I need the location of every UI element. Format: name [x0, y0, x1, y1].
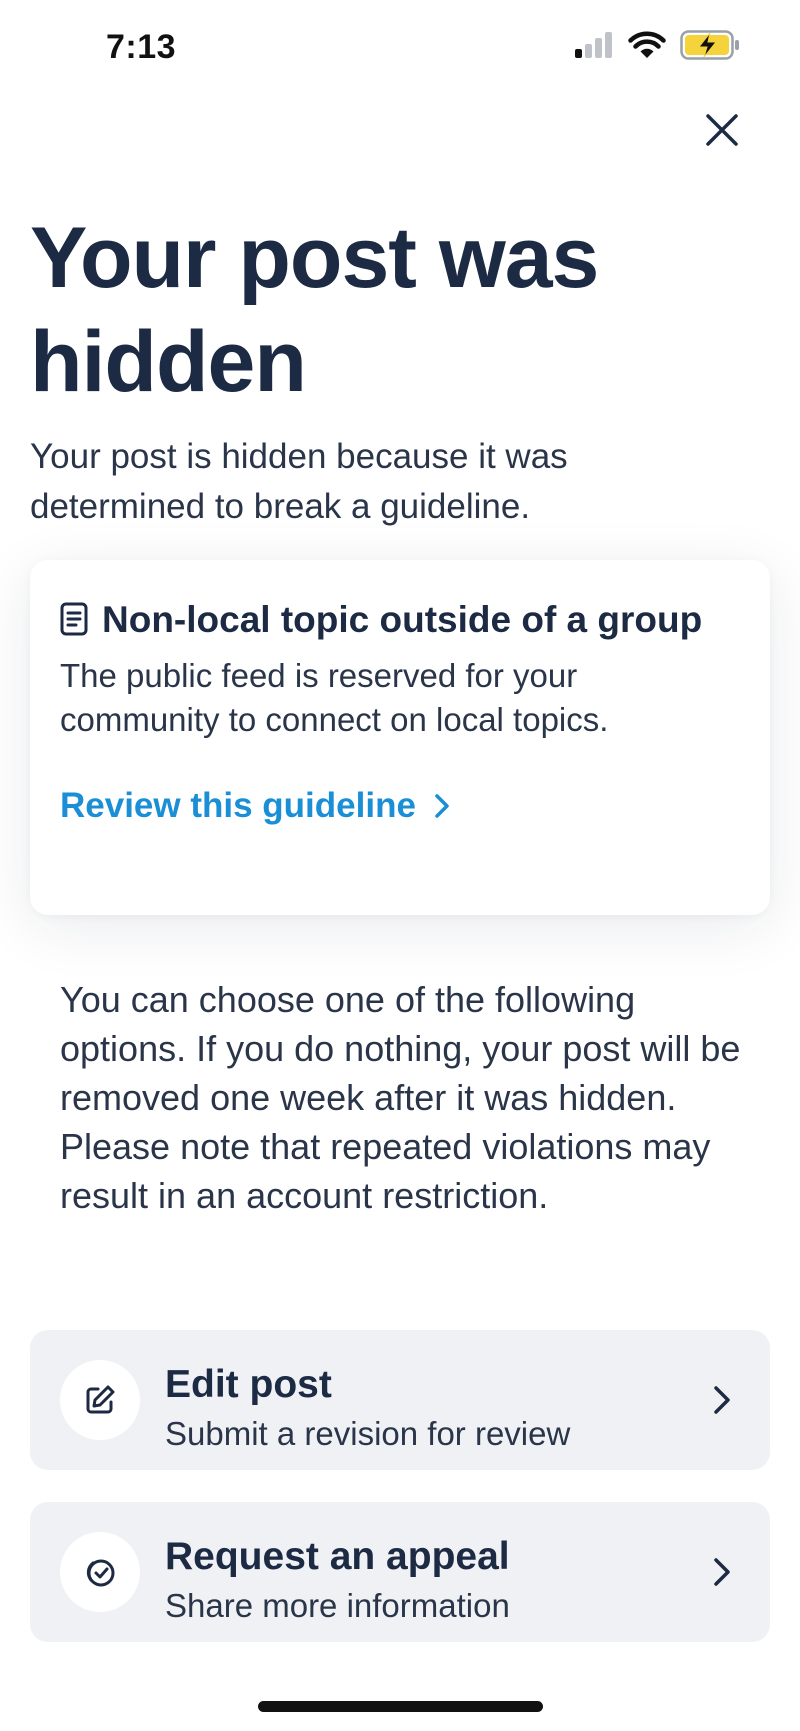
review-guideline-link[interactable]: Review this guideline — [60, 786, 450, 826]
close-button[interactable] — [696, 104, 748, 156]
edit-post-subtitle: Submit a revision for review — [165, 1415, 571, 1452]
page-title: Your post was hidden — [30, 210, 599, 410]
chevron-right-icon — [714, 1386, 730, 1414]
request-appeal-chevron — [696, 1546, 748, 1598]
document-icon — [60, 602, 88, 636]
request-appeal-title: Request an appeal — [165, 1535, 510, 1578]
guideline-heading: Non-local topic outside of a group — [60, 596, 740, 644]
appeal-icon-circle — [60, 1532, 140, 1612]
battery-charging-icon — [680, 30, 739, 60]
cellular-signal-icon — [575, 32, 612, 58]
check-badge-icon — [86, 1559, 115, 1587]
guideline-heading-text: Non-local topic outside of a group — [102, 599, 703, 640]
edit-icon-circle — [60, 1360, 140, 1440]
edit-post-title: Edit post — [165, 1363, 332, 1406]
home-indicator[interactable] — [258, 1701, 543, 1712]
status-icons — [574, 30, 740, 60]
wifi-icon — [628, 31, 666, 58]
edit-post-option[interactable]: Edit post Submit a revision for review — [30, 1330, 770, 1470]
chevron-right-icon — [435, 794, 449, 818]
status-bar: 7:13 — [0, 0, 800, 95]
edit-post-chevron — [696, 1374, 748, 1426]
review-guideline-label: Review this guideline — [60, 786, 416, 825]
request-appeal-option[interactable]: Request an appeal Share more information — [30, 1502, 770, 1642]
options-explanation: You can choose one of the following opti… — [60, 979, 741, 1216]
request-appeal-subtitle: Share more information — [165, 1587, 510, 1624]
guideline-card: Non-local topic outside of a group The p… — [30, 560, 770, 915]
guideline-body: The public feed is reserved for your com… — [60, 657, 609, 738]
close-icon — [706, 114, 738, 146]
intro-text: Your post is hidden because it was deter… — [30, 437, 568, 526]
status-time: 7:13 — [106, 28, 177, 66]
chevron-right-icon — [714, 1558, 730, 1586]
edit-icon — [86, 1385, 115, 1414]
